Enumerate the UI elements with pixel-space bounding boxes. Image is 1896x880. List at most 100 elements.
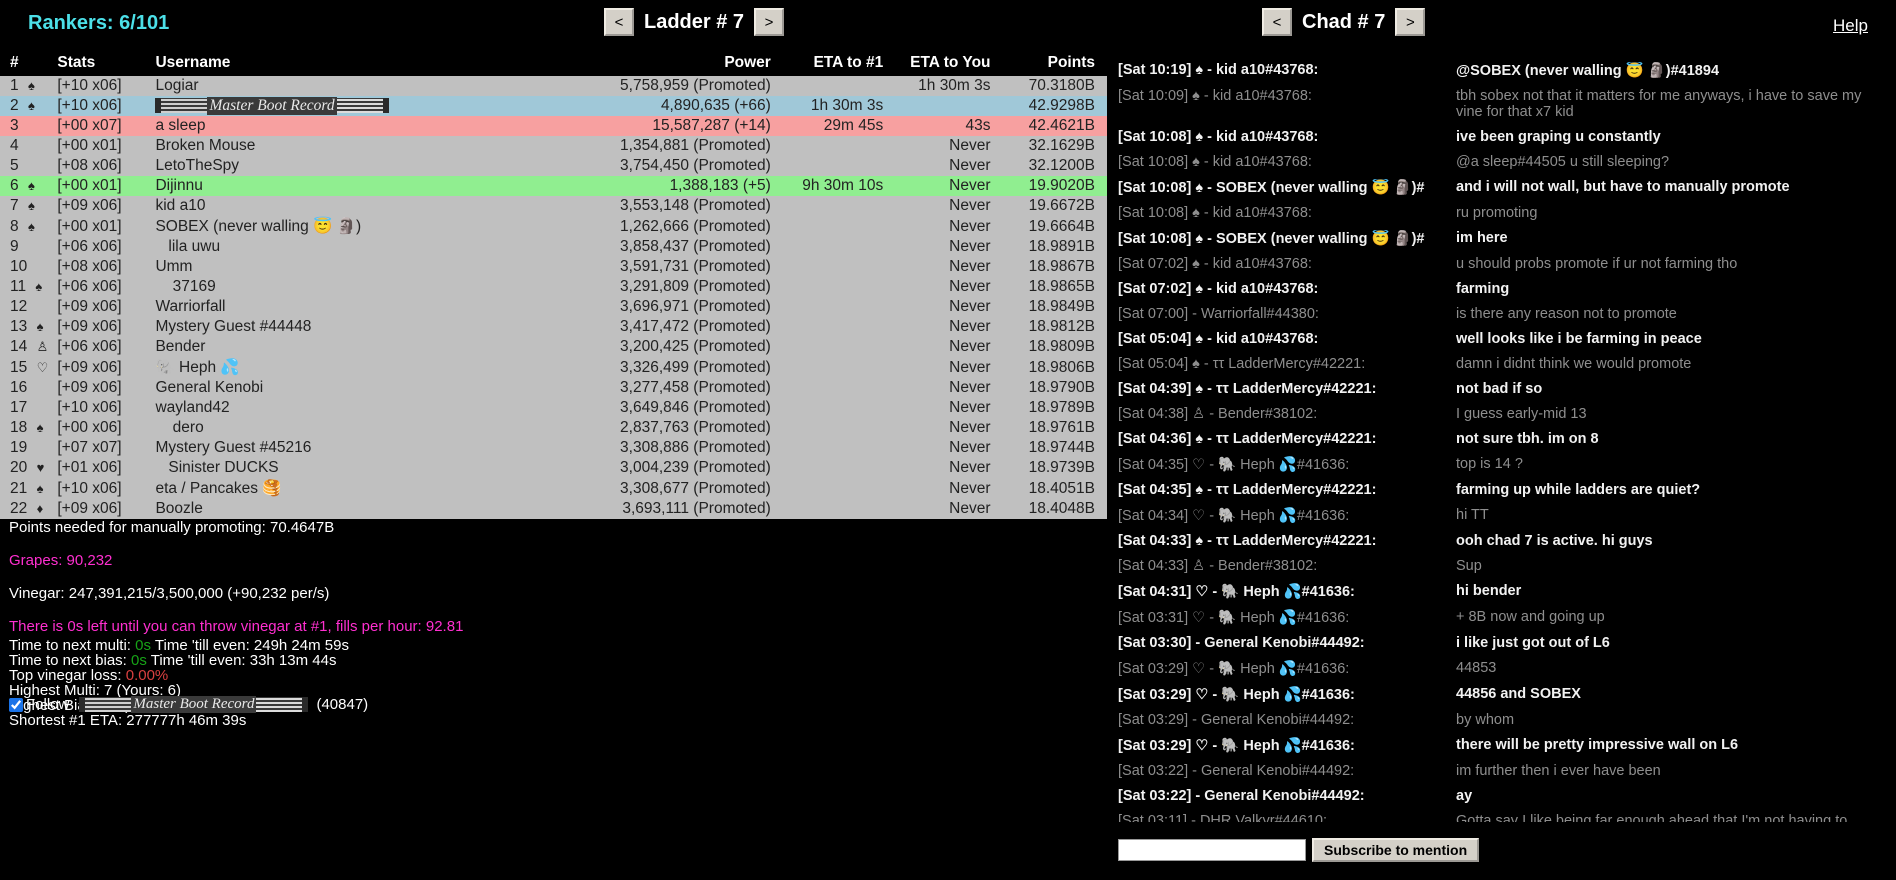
table-row[interactable]: 12 [+09 x06] Warriorfall 3,696,971 (Promote… <box>0 297 1107 317</box>
row-eta-to-1 <box>774 76 888 96</box>
chat-message: [Sat 03:31] ♡ - 🐘 Heph 💦#41636: + 8B now … <box>1118 609 1884 626</box>
row-power: 1,262,666 (Promoted) <box>590 216 775 237</box>
table-row[interactable]: 2 ♠ [+10 x06] Master Boot Record 4,890,635 … <box>0 96 1107 116</box>
row-power: 3,291,809 (Promoted) <box>590 277 775 297</box>
row-eta-to-you: Never <box>887 378 995 398</box>
chat-message: [Sat 03:29] ♡ - 🐘 Heph 💦#41636: there wil… <box>1118 737 1884 754</box>
subscribe-to-mention-button[interactable]: Subscribe to mention <box>1312 838 1480 862</box>
chat-message-body: tbh sobex not that it matters for me any… <box>1456 88 1862 120</box>
row-power: 4,890,635 (+66) <box>590 96 775 116</box>
table-row[interactable]: 14 ♙ [+06 x06] Bender 3,200,425 (Promoted) N… <box>0 337 1107 357</box>
chat-message-meta: [Sat 10:08] ♠ - SOBEX (never walling 😇 🗿… <box>1118 180 1425 196</box>
row-stats: [+01 x06] <box>53 458 152 478</box>
row-points: 19.9020B <box>994 176 1107 196</box>
row-eta-to-1 <box>774 458 888 478</box>
table-row[interactable]: 21 ♠ [+10 x06] eta / Pancakes 🥞 3,308,677 (… <box>0 478 1107 499</box>
panel-divider <box>1110 0 1111 880</box>
row-eta-to-1 <box>774 478 888 499</box>
points-needed-text: Points needed for manually promoting: 70… <box>9 519 335 536</box>
chat-message: [Sat 10:09] ♠ - kid a10#43768: tbh sobex … <box>1118 88 1884 120</box>
row-username: Mystery Guest #44448 <box>151 317 591 337</box>
row-power: 3,200,425 (Promoted) <box>590 337 775 357</box>
chat-message-body: I guess early-mid 13 <box>1456 406 1587 422</box>
table-row[interactable]: 16 [+09 x06] General Kenobi 3,277,458 (Prom… <box>0 378 1107 398</box>
chat-message-meta: [Sat 05:04] ♠ - kid a10#43768: <box>1118 331 1319 347</box>
chad-navigator: < Chad # 7 > <box>1262 8 1426 36</box>
table-row[interactable]: 13 ♠ [+09 x06] Mystery Guest #44448 3,417,4… <box>0 317 1107 337</box>
chat-message: [Sat 04:33] ♠ - ττ LadderMercy#42221: ooh… <box>1118 533 1884 549</box>
chat-message: [Sat 03:11] - DHR Valkyr#44610: Gotta say… <box>1118 813 1884 822</box>
chad-next-button[interactable]: > <box>1395 8 1426 36</box>
table-row[interactable]: 5 [+08 x06] LetoTheSpy 3,754,450 (Promoted)… <box>0 156 1107 176</box>
row-username-label: Sinister DUCKS <box>155 459 279 476</box>
row-stats: [+10 x06] <box>53 398 152 418</box>
row-points: 18.9812B <box>994 317 1107 337</box>
row-username-label: Warriorfall <box>155 298 226 315</box>
row-username: Master Boot Record <box>151 96 591 116</box>
row-points: 18.9849B <box>994 297 1107 317</box>
row-stats: [+06 x06] <box>53 277 152 297</box>
table-row[interactable]: 10 [+08 x06] Umm 3,591,731 (Promoted) Never 1… <box>0 257 1107 277</box>
ladder-prev-button[interactable]: < <box>604 8 634 36</box>
follow-checkbox[interactable] <box>9 697 23 712</box>
row-eta-to-1 <box>774 438 888 458</box>
row-username-label: kid a10 <box>155 197 206 214</box>
table-row[interactable]: 17 [+10 x06] wayland42 3,649,846 (Promoted)… <box>0 398 1107 418</box>
chat-message-meta: [Sat 04:36] ♠ - ττ LadderMercy#42221: <box>1118 431 1377 447</box>
chat-message-meta: [Sat 10:08] ♠ - SOBEX (never walling 😇 🗿… <box>1118 231 1425 247</box>
table-row[interactable]: 18 ♠ [+00 x06] dero 2,837,763 (Promoted) Ne… <box>0 418 1107 438</box>
chad-title: Chad # 7 <box>1302 10 1386 33</box>
row-username: Broken Mouse <box>151 136 591 156</box>
chat-message: [Sat 10:08] ♠ - kid a10#43768: ru promoti… <box>1118 205 1884 221</box>
row-stats: [+09 x06] <box>53 196 152 216</box>
row-eta-to-you: Never <box>887 196 995 216</box>
help-link[interactable]: Help <box>1833 16 1868 36</box>
chat-message-body: 44853 <box>1456 660 1497 676</box>
chat-message-body: Gotta say I like being far enough ahead … <box>1456 813 1848 822</box>
row-eta-to-1 <box>774 257 888 277</box>
row-username: LetoTheSpy <box>151 156 591 176</box>
table-row[interactable]: 15 ♡ [+09 x06] 🐘 Heph 💦 3,326,499 (Promoted… <box>0 357 1107 378</box>
suit-icon: ♠ <box>27 218 35 234</box>
suit-icon: ♠ <box>27 198 35 213</box>
ladder-next-button[interactable]: > <box>754 8 785 36</box>
ladder-title: Ladder # 7 <box>644 10 745 33</box>
row-eta-to-1 <box>774 378 888 398</box>
row-points: 18.9789B <box>994 398 1107 418</box>
chad-prev-button[interactable]: < <box>1262 8 1292 36</box>
row-stats: [+06 x06] <box>53 237 152 257</box>
table-row[interactable]: 6 ♠ [+00 x01] Dijinnu 1,388,183 (+5) 9h 30m … <box>0 176 1107 196</box>
table-row[interactable]: 20 ♥ [+01 x06] Sinister DUCKS 3,004,239 (P… <box>0 458 1107 478</box>
row-username: Logiar <box>151 76 591 96</box>
chat-message-meta: [Sat 04:35] ♡ - 🐘 Heph 💦#41636: <box>1118 457 1350 473</box>
row-eta-to-you: Never <box>887 176 995 196</box>
table-row[interactable]: 1 ♠ [+10 x06] Logiar 5,758,959 (Promoted) 1h… <box>0 76 1107 96</box>
follow-target-name: Master Boot Record <box>131 696 257 713</box>
row-eta-to-you: Never <box>887 499 995 519</box>
row-username: 🐘 Heph 💦 <box>151 357 591 378</box>
table-row[interactable]: 19 [+07 x07] Mystery Guest #45216 3,308,886… <box>0 438 1107 458</box>
chat-message-meta: [Sat 04:38] ♙ - Bender#38102: <box>1118 406 1318 422</box>
chat-message-meta: [Sat 03:29] ♡ - 🐘 Heph 💦#41636: <box>1118 661 1350 677</box>
chat-message: [Sat 07:00] - Warriorfall#44380: is there… <box>1118 306 1884 322</box>
row-rank: 15 ♡ <box>0 357 54 378</box>
row-username: SOBEX (never walling 😇 🗿) <box>151 216 591 237</box>
chat-message-meta: [Sat 03:29] - General Kenobi#44492: <box>1118 712 1355 728</box>
table-row[interactable]: 9 [+06 x06] lila uwu 3,858,437 (Promoted) N… <box>0 237 1107 257</box>
row-points: 42.4621B <box>994 116 1107 136</box>
table-row[interactable]: 8 ♠ [+00 x01] SOBEX (never walling 😇 🗿) 1,2… <box>0 216 1107 237</box>
table-row[interactable]: 3 [+00 x07] a sleep 15,587,287 (+14) 29m 45s… <box>0 116 1107 136</box>
row-username: eta / Pancakes 🥞 <box>151 478 591 499</box>
row-rank: 6 ♠ <box>0 176 54 196</box>
table-row[interactable]: 4 [+00 x01] Broken Mouse 1,354,881 (Promote… <box>0 136 1107 156</box>
table-row[interactable]: 7 ♠ [+09 x06] kid a10 3,553,148 (Promoted) N… <box>0 196 1107 216</box>
mention-input[interactable] <box>1118 839 1306 861</box>
chat-message-body: ive been graping u constantly <box>1456 129 1661 145</box>
row-eta-to-1: 9h 30m 10s <box>774 176 888 196</box>
row-eta-to-you: Never <box>887 398 995 418</box>
table-row[interactable]: 22 ♦ [+09 x06] Boozle 3,693,111 (Promoted) N… <box>0 499 1107 519</box>
table-row[interactable]: 11 ♠ [+06 x06] 37169 3,291,809 (Promoted) N… <box>0 277 1107 297</box>
ladder-table: # Stats Username Power ETA to #1 ETA to … <box>0 52 1107 519</box>
row-username: dero <box>151 418 591 438</box>
chat-log[interactable]: [Sat 10:19] ♠ - kid a10#43768: @SOBEX (ne… <box>1118 62 1884 822</box>
